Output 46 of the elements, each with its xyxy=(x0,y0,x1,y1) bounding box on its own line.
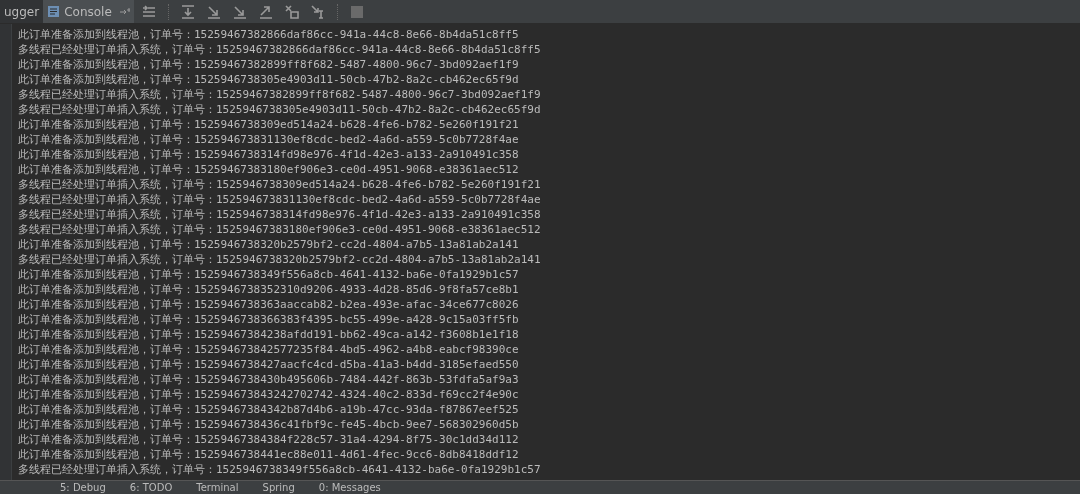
console-line: 此订单准备添加到线程池，订单号：15259467382866daf86cc-941a-44c8-8e66-8b4da51c8ff5 xyxy=(18,27,520,42)
panel-tab[interactable]: Console xyxy=(43,0,134,23)
console-line: 此订单准备添加到线程池，订单号：15259467383180ef906e3-ce0d-4951-9068-e38361aec512 xyxy=(18,162,520,177)
layout-icon[interactable] xyxy=(349,4,364,19)
console-line: 此订单准备添加到线程池，订单号：152594673831130ef8cdc-bed2-4a6d-a559-5c0b7728f4ae xyxy=(18,132,520,147)
console-line: 此订单准备添加到线程池，订单号：1525946738309ed514a24-b628-4fe6-b782-5e260f191f21 xyxy=(18,117,520,132)
download-icon[interactable] xyxy=(180,4,195,19)
cursor-icon[interactable] xyxy=(310,4,325,19)
tool-window-tab[interactable]: 6: TODO xyxy=(129,481,173,494)
arrow-down-right-icon[interactable] xyxy=(232,4,247,19)
console-line: 此订单准备添加到线程池，订单号：1525946738366383f4395-bc55-499e-a428-9c15a03ff5fb xyxy=(18,312,520,327)
console-line: 此订单准备添加到线程池，订单号：1525946738305e4903d11-50cb-47b2-8a2c-cb462ec65f9d xyxy=(18,72,520,87)
console-line: 此订单准备添加到线程池，订单号：15259467384238afdd191-bb62-49ca-a142-f3608b1e1f18 xyxy=(18,327,520,342)
arrow-up-right-icon[interactable] xyxy=(258,4,273,19)
console-line: 此订单准备添加到线程池，订单号：1525946738320b2579bf2-cc2d-4804-a7b5-13a81ab2a141 xyxy=(18,237,520,252)
console-line: 此订单准备添加到线程池，订单号：1525946738349f556a8cb-4641-4132-ba6e-0fa1929b1c57 xyxy=(18,267,520,282)
console-line: 此订单准备添加到线程池，订单号：1525946738436c41fbf9c-fe45-4bcb-9ee7-568302960d5b xyxy=(18,417,520,432)
console-line: 多线程已经处理订单插入系统，订单号：1525946738349f556a8cb-4641-4132-ba6e-0fa1929b1c57 xyxy=(18,462,541,477)
console-icon xyxy=(47,5,61,18)
console-line: 多线程已经处理订单插入系统，订单号：15259467382899ff8f682-5487-4800-96c7-3bd092aef1f9 xyxy=(18,87,541,102)
console-line: 此订单准备添加到线程池，订单号：152594673842577235f84-4bd5-4962-a4b8-eabcf98390ce xyxy=(18,342,520,357)
console-line: 此订单准备添加到线程池，订单号：15259467382899ff8f682-5487-4800-96c7-3bd092aef1f9 xyxy=(18,57,520,72)
console-line: 此订单准备添加到线程池，订单号：152594673843242702742-4324-40c2-833d-f69cc2f4e90c xyxy=(18,387,520,402)
panel-tab[interactable]: ugger xyxy=(0,0,44,23)
console-line: 多线程已经处理订单插入系统，订单号：152594673831130ef8cdc-bed2-4a6d-a559-5c0b7728f4ae xyxy=(18,192,541,207)
console-line: 此订单准备添加到线程池，订单号：1525946738441ec88e011-4d61-4fec-9cc6-8db8418ddf12 xyxy=(18,447,520,462)
console-line: 此订单准备添加到线程池，订单号：1525946738352310d9206-4933-4d28-85d6-9f8fa57ce8b1 xyxy=(18,282,520,297)
console-line: 此订单准备添加到线程池，订单号：1525946738430b495606b-7484-442f-863b-53fdfa5af9a3 xyxy=(18,372,520,387)
console-line: 此订单准备添加到线程池，订单号：15259467384342b87d4b6-a19b-47cc-93da-f87867eef525 xyxy=(18,402,520,417)
arrow-down-right-icon[interactable] xyxy=(206,4,221,19)
console-line: 此订单准备添加到线程池，订单号：1525946738363aaccab82-b2ea-493e-afac-34ce677c8026 xyxy=(18,297,520,312)
console-line: 多线程已经处理订单插入系统，订单号：1525946738305e4903d11-50cb-47b2-8a2c-cb462ec65f9d xyxy=(18,102,541,117)
console-line: 多线程已经处理订单插入系统，订单号：15259467383180ef906e3-ce0d-4951-9068-e38361aec512 xyxy=(18,222,541,237)
tool-window-tab[interactable]: 0: Messages xyxy=(318,481,381,494)
tool-window-tab[interactable]: 5: Debug xyxy=(60,481,106,494)
list-icon[interactable] xyxy=(141,4,156,19)
console-line: 此订单准备添加到线程池，订单号：15259467384384f228c57-31a4-4294-8f75-30c1dd34d112 xyxy=(18,432,520,447)
tool-window-tab[interactable]: Terminal xyxy=(196,481,239,494)
tool-window-tab[interactable]: Spring xyxy=(262,481,295,494)
console-line: 此订单准备添加到线程池，订单号：1525946738427aacfc4cd-d5ba-41a3-b4dd-3185efaed550 xyxy=(18,357,520,372)
close-icon[interactable] xyxy=(284,4,299,19)
console-line: 多线程已经处理订单插入系统，订单号：1525946738314fd98e976-4f1d-42e3-a133-2a910491c358 xyxy=(18,207,541,222)
console-line: 此订单准备添加到线程池，订单号：1525946738314fd98e976-4f1d-42e3-a133-2a910491c358 xyxy=(18,147,520,162)
console-line: 多线程已经处理订单插入系统，订单号：1525946738320b2579bf2-cc2d-4804-a7b5-13a81ab2a141 xyxy=(18,252,541,267)
console-line: 多线程已经处理订单插入系统，订单号：1525946738309ed514a24-b628-4fe6-b782-5e260f191f21 xyxy=(18,177,541,192)
console-line: 多线程已经处理订单插入系统，订单号：15259467382866daf86cc-941a-44c8-8e66-8b4da51c8ff5 xyxy=(18,42,541,57)
